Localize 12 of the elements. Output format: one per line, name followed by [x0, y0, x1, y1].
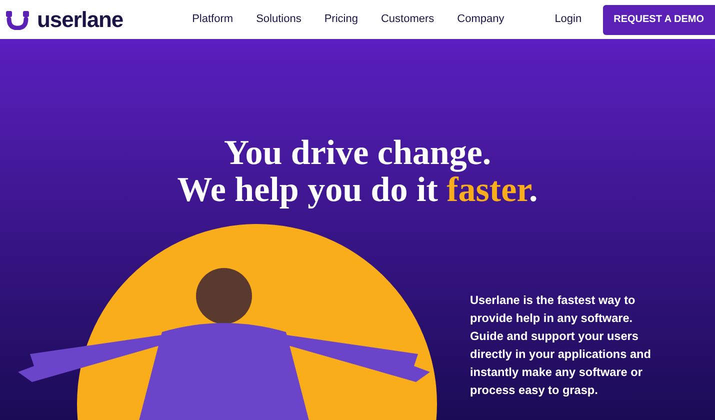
nav-link[interactable]: Platform — [192, 11, 234, 28]
headline-line: We help you do it faster. — [177, 171, 538, 208]
nav-link[interactable]: Customers — [380, 11, 434, 28]
hero-description: Userlane is the fastest way to provide help in any software. Guide and support your users directly in your applications and instantly make any software or process easy to grasp. — [470, 292, 652, 399]
nav-link[interactable]: Pricing — [324, 11, 358, 28]
logo-icon — [6, 10, 29, 30]
nav-link[interactable]: Solutions — [256, 11, 302, 28]
login-link[interactable]: Login — [554, 11, 582, 28]
nav-link[interactable]: Company — [457, 11, 504, 28]
headline-line: You drive change. — [224, 134, 492, 171]
logo-text: userlane — [37, 8, 124, 30]
request-demo-button[interactable]: REQUEST A DEMO — [602, 4, 715, 34]
